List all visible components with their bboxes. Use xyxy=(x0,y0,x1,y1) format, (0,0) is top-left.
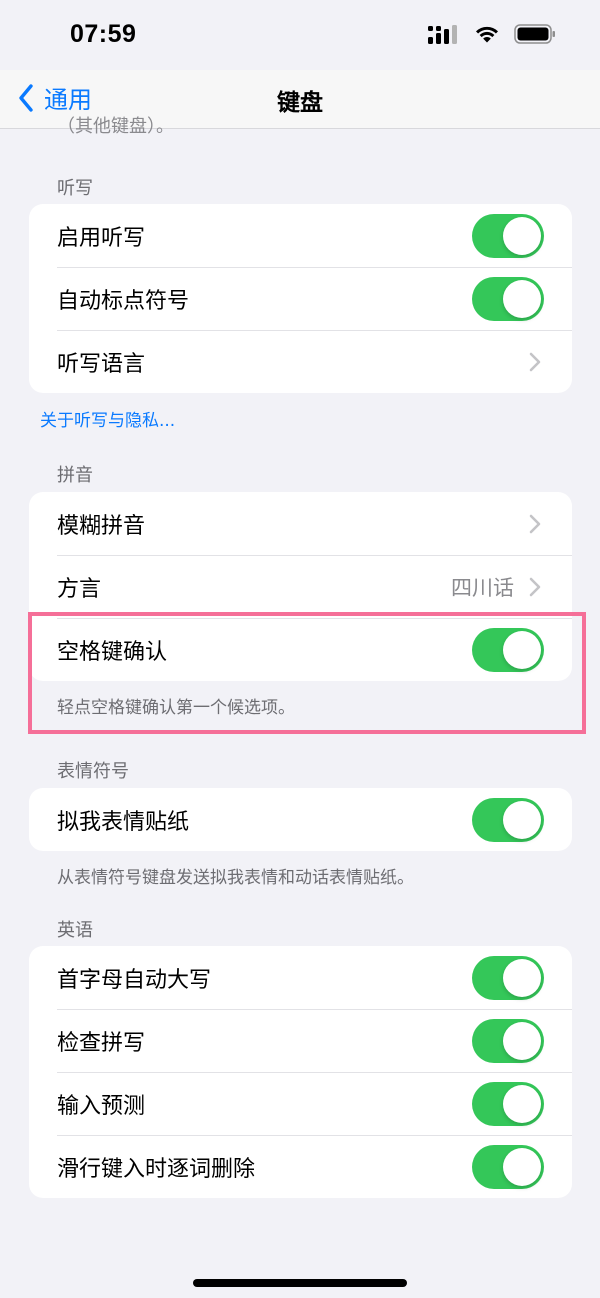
section-header-english: 英语 xyxy=(57,920,93,941)
row-slide-delete-by-word: 滑行键入时逐词删除 xyxy=(29,1135,572,1198)
row-dictation-language[interactable]: 听写语言 xyxy=(29,330,572,393)
row-auto-punctuation: 自动标点符号 xyxy=(29,267,572,330)
row-fuzzy-pinyin[interactable]: 模糊拼音 xyxy=(29,492,572,555)
battery-icon xyxy=(514,24,555,44)
group-english: 首字母自动大写 检查拼写 输入预测 滑行键入时逐词删除 xyxy=(29,946,572,1198)
toggle-knob xyxy=(503,958,541,997)
toggle-knob xyxy=(503,279,541,318)
row-label: 自动标点符号 xyxy=(57,288,190,314)
toggle-knob xyxy=(503,1084,541,1123)
row-check-spelling: 检查拼写 xyxy=(29,1009,572,1072)
group-emoji: 拟我表情贴纸 xyxy=(29,788,572,851)
toggle-knob xyxy=(503,1147,541,1186)
row-label: 首字母自动大写 xyxy=(57,967,212,993)
row-memoji-stickers: 拟我表情贴纸 xyxy=(29,788,572,851)
row-space-confirm: 空格键确认 xyxy=(29,618,572,681)
row-auto-capitalization: 首字母自动大写 xyxy=(29,946,572,1009)
row-label: 输入预测 xyxy=(57,1093,146,1119)
section-header-dictation: 听写 xyxy=(57,178,93,199)
row-label: 听写语言 xyxy=(57,351,146,377)
predictive-toggle[interactable] xyxy=(472,1081,544,1126)
dictation-privacy-link[interactable]: 关于听写与隐私... xyxy=(40,406,175,431)
status-icons xyxy=(428,24,556,44)
row-predictive: 输入预测 xyxy=(29,1072,572,1135)
row-label: 滑行键入时逐词删除 xyxy=(57,1156,256,1182)
row-label: 模糊拼音 xyxy=(57,513,146,539)
group-pinyin: 模糊拼音 方言 四川话 空格键确认 xyxy=(29,492,572,681)
section-header-emoji: 表情符号 xyxy=(57,761,129,782)
chevron-right-icon xyxy=(529,577,541,596)
row-label: 启用听写 xyxy=(57,225,146,251)
toggle-knob xyxy=(503,216,541,255)
row-label: 空格键确认 xyxy=(57,639,168,665)
chevron-right-icon xyxy=(529,352,541,371)
cellular-signal-icon xyxy=(428,25,457,44)
status-bar: 07:59 xyxy=(0,0,600,70)
chevron-right-icon xyxy=(529,514,541,533)
row-label: 检查拼写 xyxy=(57,1030,146,1056)
row-enable-dictation: 启用听写 xyxy=(29,204,572,267)
toggle-knob xyxy=(503,800,541,839)
section-header-pinyin: 拼音 xyxy=(57,465,93,486)
enable-dictation-toggle[interactable] xyxy=(472,213,544,258)
pinyin-footer-note: 轻点空格键确认第一个候选项。 xyxy=(57,698,295,718)
dialect-value: 四川话 xyxy=(451,575,514,600)
clipped-footer-text: （其他键盘）。 xyxy=(57,116,174,137)
emoji-footer-note: 从表情符号键盘发送拟我表情和动话表情贴纸。 xyxy=(57,868,414,888)
toggle-knob xyxy=(503,630,541,669)
toggle-knob xyxy=(503,1021,541,1060)
status-time: 07:59 xyxy=(70,20,137,48)
row-label: 拟我表情贴纸 xyxy=(57,809,190,835)
row-dialect[interactable]: 方言 四川话 xyxy=(29,555,572,618)
auto-capitalization-toggle[interactable] xyxy=(472,955,544,1000)
slide-delete-by-word-toggle[interactable] xyxy=(472,1144,544,1189)
check-spelling-toggle[interactable] xyxy=(472,1018,544,1063)
space-confirm-toggle[interactable] xyxy=(472,627,544,672)
group-dictation: 启用听写 自动标点符号 听写语言 xyxy=(29,204,572,393)
auto-punctuation-toggle[interactable] xyxy=(472,276,544,321)
row-label: 方言 xyxy=(57,576,102,602)
home-indicator xyxy=(193,1279,407,1287)
wifi-icon xyxy=(476,26,498,43)
memoji-stickers-toggle[interactable] xyxy=(472,797,544,842)
